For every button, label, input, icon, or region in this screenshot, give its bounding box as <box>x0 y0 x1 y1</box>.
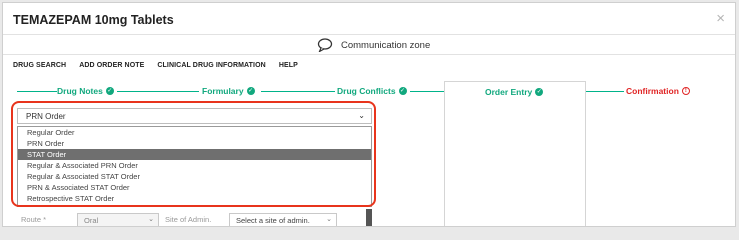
close-icon[interactable]: × <box>716 11 725 26</box>
route-row: Route * Oral ⌄ Site of Admin. Select a s… <box>17 211 347 226</box>
title-bar: TEMAZEPAM 10mg Tablets × <box>3 3 735 35</box>
chevron-down-icon: ⌄ <box>326 216 332 223</box>
order-modal: TEMAZEPAM 10mg Tablets × Communication z… <box>2 2 736 227</box>
warning-icon: ! <box>681 87 690 95</box>
window-title: TEMAZEPAM 10mg Tablets <box>13 13 174 27</box>
step-formulary-label: Formulary <box>202 86 244 96</box>
step-order-entry-label: Order Entry <box>485 87 533 97</box>
option-retrospective-stat[interactable]: Retrospective STAT Order <box>18 193 371 204</box>
route-label: Route * <box>21 215 47 224</box>
step-drug-conflicts-label: Drug Conflicts <box>337 86 396 96</box>
menu-add-order-note[interactable]: ADD ORDER NOTE <box>79 62 144 69</box>
menu-help[interactable]: HELP <box>279 62 298 69</box>
step-drug-notes[interactable]: Drug Notes ✓ <box>57 86 114 96</box>
check-icon: ✓ <box>398 87 407 95</box>
step-drug-conflicts[interactable]: Drug Conflicts ✓ <box>337 86 407 96</box>
check-icon: ✓ <box>246 87 255 95</box>
chevron-down-icon: ⌄ <box>148 216 154 223</box>
step-connector <box>117 91 199 92</box>
option-regular-associated-stat[interactable]: Regular & Associated STAT Order <box>18 171 371 182</box>
chevron-down-icon: ⌄ <box>358 111 365 120</box>
step-drug-notes-label: Drug Notes <box>57 86 103 96</box>
step-confirmation-label: Confirmation <box>626 86 679 96</box>
step-formulary[interactable]: Formulary ✓ <box>202 86 255 96</box>
step-connector <box>586 91 624 92</box>
step-order-entry: Order Entry ✓ <box>485 87 544 97</box>
check-icon: ✓ <box>105 87 114 95</box>
step-connector <box>17 91 57 92</box>
option-prn-associated-stat[interactable]: PRN & Associated STAT Order <box>18 182 371 193</box>
site-of-admin-select[interactable]: Select a site of admin. ⌄ <box>229 213 337 226</box>
step-connector <box>261 91 335 92</box>
menu-drug-search[interactable]: DRUG SEARCH <box>13 62 66 69</box>
option-stat-order[interactable]: STAT Order <box>18 149 371 160</box>
step-connector <box>410 91 444 92</box>
site-label: Site of Admin. <box>165 215 212 224</box>
step-confirmation[interactable]: Confirmation ! <box>626 86 690 96</box>
speech-bubble-icon <box>317 38 333 52</box>
order-type-select[interactable]: PRN Order ⌄ <box>17 108 372 124</box>
tab-order-entry[interactable]: Order Entry ✓ <box>444 81 586 226</box>
option-regular-order[interactable]: Regular Order <box>18 127 371 138</box>
menu-clinical-drug-information[interactable]: CLINICAL DRUG INFORMATION <box>157 62 265 69</box>
route-select[interactable]: Oral ⌄ <box>77 213 159 226</box>
communication-zone-label: Communication zone <box>341 39 431 51</box>
option-regular-associated-prn[interactable]: Regular & Associated PRN Order <box>18 160 371 171</box>
option-prn-order[interactable]: PRN Order <box>18 138 371 149</box>
order-type-selected-value: PRN Order <box>26 112 66 121</box>
route-value: Oral <box>84 216 99 225</box>
order-type-dropdown: Regular Order PRN Order STAT Order Regul… <box>17 126 372 207</box>
scrollbar[interactable] <box>366 209 372 226</box>
top-menu: DRUG SEARCH ADD ORDER NOTE CLINICAL DRUG… <box>13 62 298 69</box>
check-icon: ✓ <box>535 88 544 96</box>
site-placeholder: Select a site of admin. <box>236 216 310 225</box>
communication-zone[interactable]: Communication zone <box>3 35 735 55</box>
